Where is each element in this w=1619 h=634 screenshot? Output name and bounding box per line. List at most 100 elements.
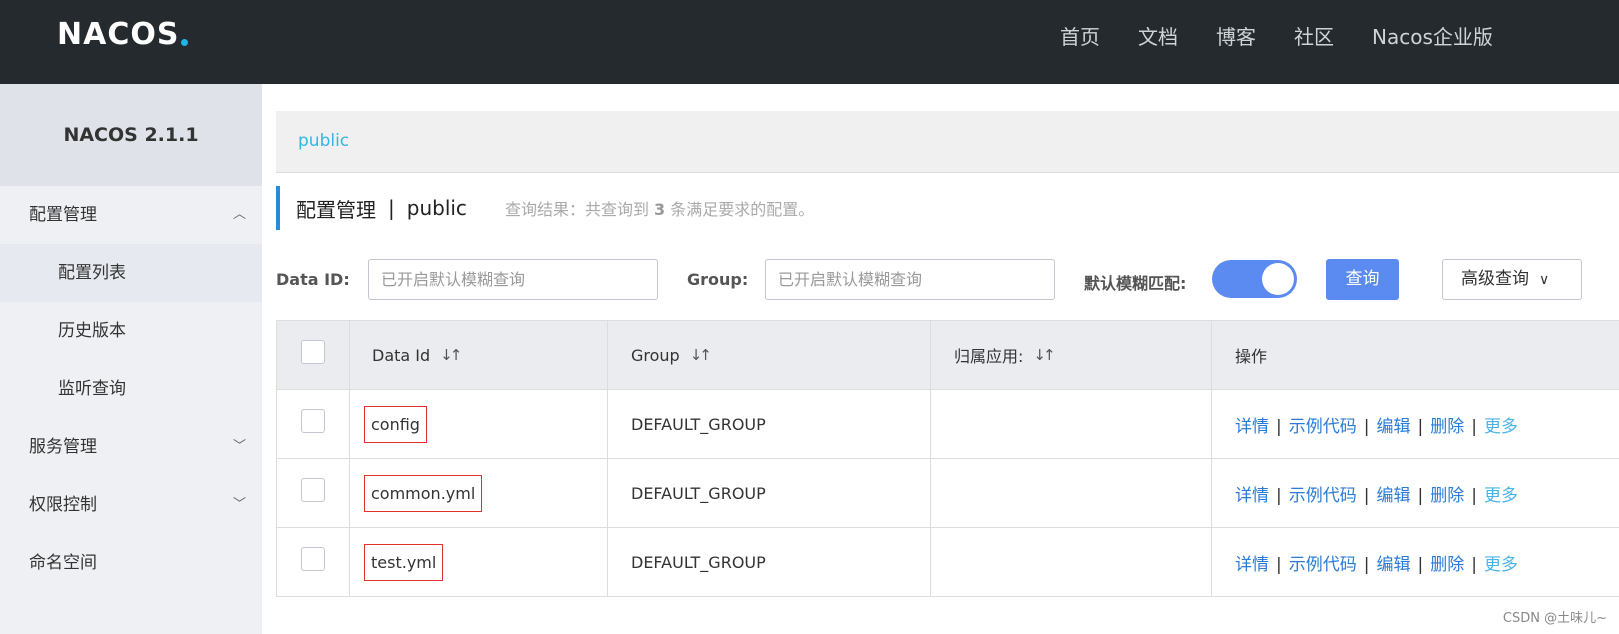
group-cell: DEFAULT_GROUP	[608, 459, 931, 527]
table-row: test.yml DEFAULT_GROUP 详情 | 示例代码 | 编辑 | 删除 | 更多	[277, 528, 1619, 597]
nav-home[interactable]: 首页	[1060, 24, 1100, 50]
query-button[interactable]: 查询	[1326, 259, 1399, 300]
nav-community[interactable]: 社区	[1294, 24, 1334, 50]
summary-count: 3	[654, 200, 666, 219]
chevron-up-icon: ︿	[232, 207, 246, 222]
chevron-down-icon: ﹀	[232, 439, 246, 454]
actions-cell: 详情 | 示例代码 | 编辑 | 删除 | 更多	[1212, 528, 1619, 596]
row-checkbox[interactable]	[301, 478, 325, 502]
app-cell	[931, 528, 1212, 596]
summary-prefix: 查询结果：共查询到	[504, 200, 649, 219]
search-row: Data ID: 已开启默认模糊查询 Group: 已开启默认模糊查询 默认模糊…	[276, 259, 1619, 301]
data-id-value: config	[364, 405, 427, 443]
delete-link[interactable]: 删除	[1430, 555, 1464, 575]
divider: |	[1363, 485, 1370, 506]
divider: |	[1363, 416, 1370, 437]
page-title-row: 配置管理 | public 查询结果：共查询到 3 条满足要求的配置。	[276, 186, 814, 230]
edit-link[interactable]: 编辑	[1376, 555, 1410, 575]
nav-blog[interactable]: 博客	[1216, 24, 1256, 50]
menu-auth-control[interactable]: 权限控制 ﹀	[0, 476, 262, 534]
select-all-checkbox[interactable]	[301, 340, 325, 364]
top-nav: 首页 文档 博客 社区 Nacos企业版	[1060, 24, 1531, 50]
fuzzy-match-label: 默认模糊匹配:	[1084, 274, 1187, 293]
row-actions: 详情 | 示例代码 | 编辑 | 删除 | 更多	[1235, 481, 1518, 506]
edit-link[interactable]: 编辑	[1376, 486, 1410, 506]
query-summary: 查询结果：共查询到 3 条满足要求的配置。	[505, 196, 814, 220]
sample-code-link[interactable]: 示例代码	[1289, 486, 1357, 506]
menu-namespace[interactable]: 命名空间	[0, 534, 262, 592]
namespace-bar: public	[276, 111, 1619, 173]
edit-link[interactable]: 编辑	[1376, 417, 1410, 437]
more-link[interactable]: 更多	[1484, 555, 1518, 575]
header-group-label: Group	[631, 345, 680, 365]
summary-suffix: 条满足要求的配置。	[670, 200, 815, 219]
detail-link[interactable]: 详情	[1235, 555, 1269, 575]
title-separator: |	[388, 196, 395, 220]
logo-dot	[181, 39, 189, 46]
app-cell	[931, 390, 1212, 458]
nav-enterprise[interactable]: Nacos企业版	[1372, 24, 1493, 50]
sort-icon[interactable]: ↓↑	[690, 346, 712, 364]
page-title-namespace: public	[406, 196, 467, 220]
divider: |	[1276, 416, 1282, 437]
more-link[interactable]: 更多	[1484, 486, 1518, 506]
header-app[interactable]: 归属应用: ↓↑	[931, 321, 1212, 389]
actions-cell: 详情 | 示例代码 | 编辑 | 删除 | 更多	[1212, 390, 1619, 458]
divider: |	[1417, 485, 1424, 506]
version-label: NACOS 2.1.1	[0, 84, 262, 186]
header-select-cell	[277, 321, 350, 389]
data-id-cell: common.yml	[350, 459, 608, 527]
group-label: Group:	[687, 270, 749, 289]
detail-link[interactable]: 详情	[1235, 417, 1269, 437]
sidebar-item-config-list[interactable]: 配置列表	[0, 244, 262, 302]
fuzzy-match-toggle[interactable]	[1212, 260, 1297, 298]
dataid-label: Data ID:	[276, 270, 350, 289]
toggle-knob	[1262, 263, 1294, 295]
sidebar: NACOS 2.1.1 配置管理 ︿ 配置列表 历史版本 监听查询 服务管理 ﹀…	[0, 84, 262, 634]
chevron-down-icon: ∨	[1539, 272, 1550, 288]
row-checkbox[interactable]	[301, 547, 325, 571]
data-id-value: test.yml	[364, 543, 444, 581]
more-link[interactable]: 更多	[1484, 417, 1518, 437]
main-content: public 配置管理 | public 查询结果：共查询到 3 条满足要求的配…	[262, 84, 1619, 634]
table-row: config DEFAULT_GROUP 详情 | 示例代码 | 编辑 | 删除 | 更多	[277, 390, 1619, 459]
header-group[interactable]: Group ↓↑	[608, 321, 931, 389]
menu-service-management[interactable]: 服务管理 ﹀	[0, 418, 262, 476]
logo-text: NACOS	[57, 17, 180, 52]
divider: |	[1417, 554, 1424, 575]
sample-code-link[interactable]: 示例代码	[1289, 417, 1357, 437]
row-checkbox[interactable]	[301, 409, 325, 433]
row-select-cell	[277, 528, 350, 596]
group-cell: DEFAULT_GROUP	[608, 528, 931, 596]
delete-link[interactable]: 删除	[1430, 417, 1464, 437]
header-app-label: 归属应用:	[954, 347, 1024, 366]
dataid-input[interactable]: 已开启默认模糊查询	[368, 259, 658, 300]
csdn-watermark: CSDN @土味儿~	[1502, 611, 1607, 626]
sidebar-item-history[interactable]: 历史版本	[0, 302, 262, 360]
group-cell: DEFAULT_GROUP	[608, 390, 931, 458]
divider: |	[1417, 416, 1424, 437]
group-input[interactable]: 已开启默认模糊查询	[765, 259, 1055, 300]
sort-icon[interactable]: ↓↑	[440, 346, 462, 364]
detail-link[interactable]: 详情	[1235, 486, 1269, 506]
sample-code-link[interactable]: 示例代码	[1289, 555, 1357, 575]
menu-config-management[interactable]: 配置管理 ︿	[0, 186, 262, 244]
row-select-cell	[277, 459, 350, 527]
divider: |	[1471, 554, 1477, 575]
table-row: common.yml DEFAULT_GROUP 详情 | 示例代码 | 编辑 | 删除 | 更…	[277, 459, 1619, 528]
config-table: Data Id ↓↑ Group ↓↑ 归属应用: ↓↑ 操作 config DEFA…	[276, 320, 1619, 597]
delete-link[interactable]: 删除	[1430, 486, 1464, 506]
header-data-id[interactable]: Data Id ↓↑	[350, 321, 608, 389]
sort-icon[interactable]: ↓↑	[1033, 346, 1055, 364]
page-title: 配置管理	[296, 197, 376, 222]
menu-service-management-label: 服务管理	[29, 437, 97, 457]
divider: |	[1276, 485, 1282, 506]
nav-docs[interactable]: 文档	[1138, 24, 1178, 50]
namespace-public-link[interactable]: public	[298, 131, 349, 151]
data-id-cell: test.yml	[350, 528, 608, 596]
nacos-logo[interactable]: NACOS	[57, 17, 189, 52]
header-actions-label: 操作	[1235, 347, 1268, 366]
sidebar-item-listener[interactable]: 监听查询	[0, 360, 262, 418]
advanced-query-button[interactable]: 高级查询 ∨	[1442, 259, 1582, 300]
row-select-cell	[277, 390, 350, 458]
